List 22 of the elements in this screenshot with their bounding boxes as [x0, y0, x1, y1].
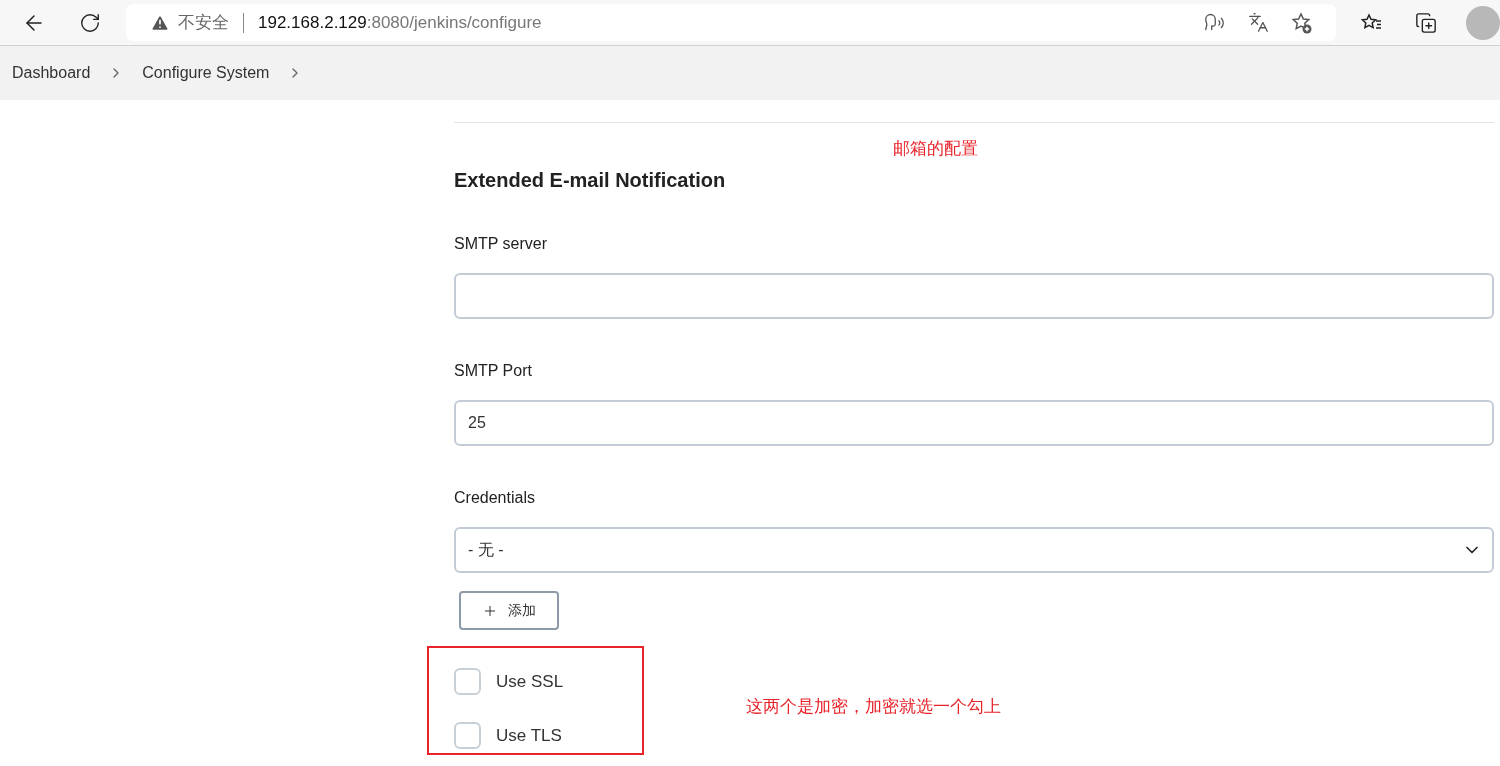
breadcrumb-link[interactable]: Configure System — [142, 64, 270, 82]
star-plus-icon[interactable] — [1290, 10, 1314, 35]
annotation-text: 这两个是加密，加密就选一个勾上 — [746, 696, 1001, 718]
checkbox[interactable] — [454, 722, 481, 749]
section-title: Extended E-mail Notification — [454, 169, 727, 192]
breadcrumb-link[interactable]: Dashboard — [12, 64, 91, 82]
checkbox[interactable] — [454, 668, 481, 695]
url-host: 192.168.2.129 — [258, 12, 367, 33]
field-label: Credentials — [454, 489, 536, 507]
annotation-text: 邮箱的配置 — [893, 138, 979, 160]
url-path: :8080/jenkins/configure — [366, 12, 542, 33]
address-bar[interactable]: 不安全 192.168.2.129:8080/jenkins/configure — [126, 4, 1336, 41]
add-button[interactable]: 添加 — [459, 591, 559, 630]
text-input[interactable] — [454, 273, 1494, 319]
checkbox-label[interactable]: Use TLS — [496, 725, 562, 746]
security-label: 不安全 — [178, 12, 229, 34]
refresh-icon[interactable] — [79, 11, 101, 34]
checkbox-label[interactable]: Use SSL — [496, 671, 564, 692]
field-label: SMTP server — [454, 235, 549, 253]
field-label: SMTP Port — [454, 362, 533, 380]
credentials-select[interactable]: - 无 - — [454, 527, 1494, 573]
text-input[interactable]: 25 — [454, 400, 1494, 446]
